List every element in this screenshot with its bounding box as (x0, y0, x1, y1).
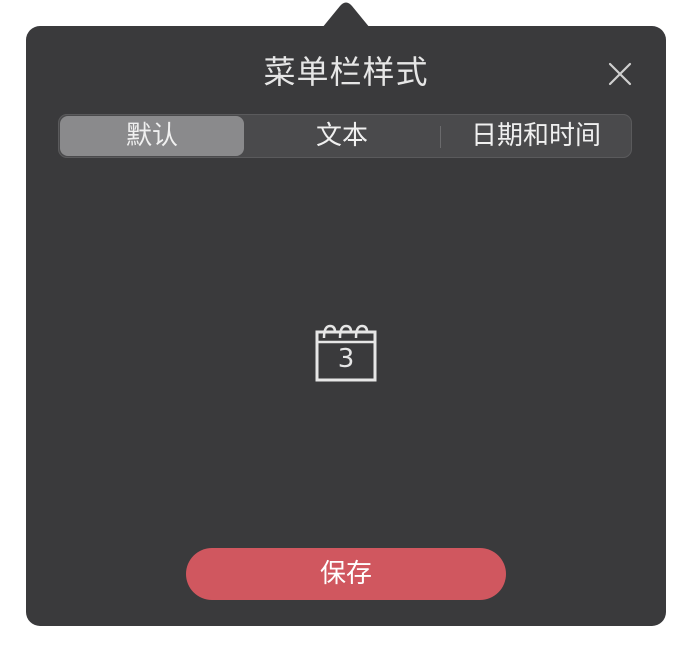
style-segmented-control: 默认 文本 日期和时间 (58, 114, 632, 158)
dialog-title: 菜单栏样式 (263, 53, 429, 91)
menu-bar-style-dialog: 菜单栏样式 默认 文本 日期和时间 3 保存 (26, 26, 666, 626)
popover-arrow (322, 2, 370, 28)
tab-date-time[interactable]: 日期和时间 (442, 116, 630, 156)
calendar-icon: 3 (314, 322, 378, 386)
save-button[interactable]: 保存 (186, 548, 506, 600)
close-icon[interactable] (606, 60, 634, 88)
calendar-day-number: 3 (337, 344, 355, 374)
tab-default[interactable]: 默认 (60, 116, 244, 156)
tab-text[interactable]: 文本 (248, 116, 436, 156)
segment-divider (440, 126, 441, 148)
